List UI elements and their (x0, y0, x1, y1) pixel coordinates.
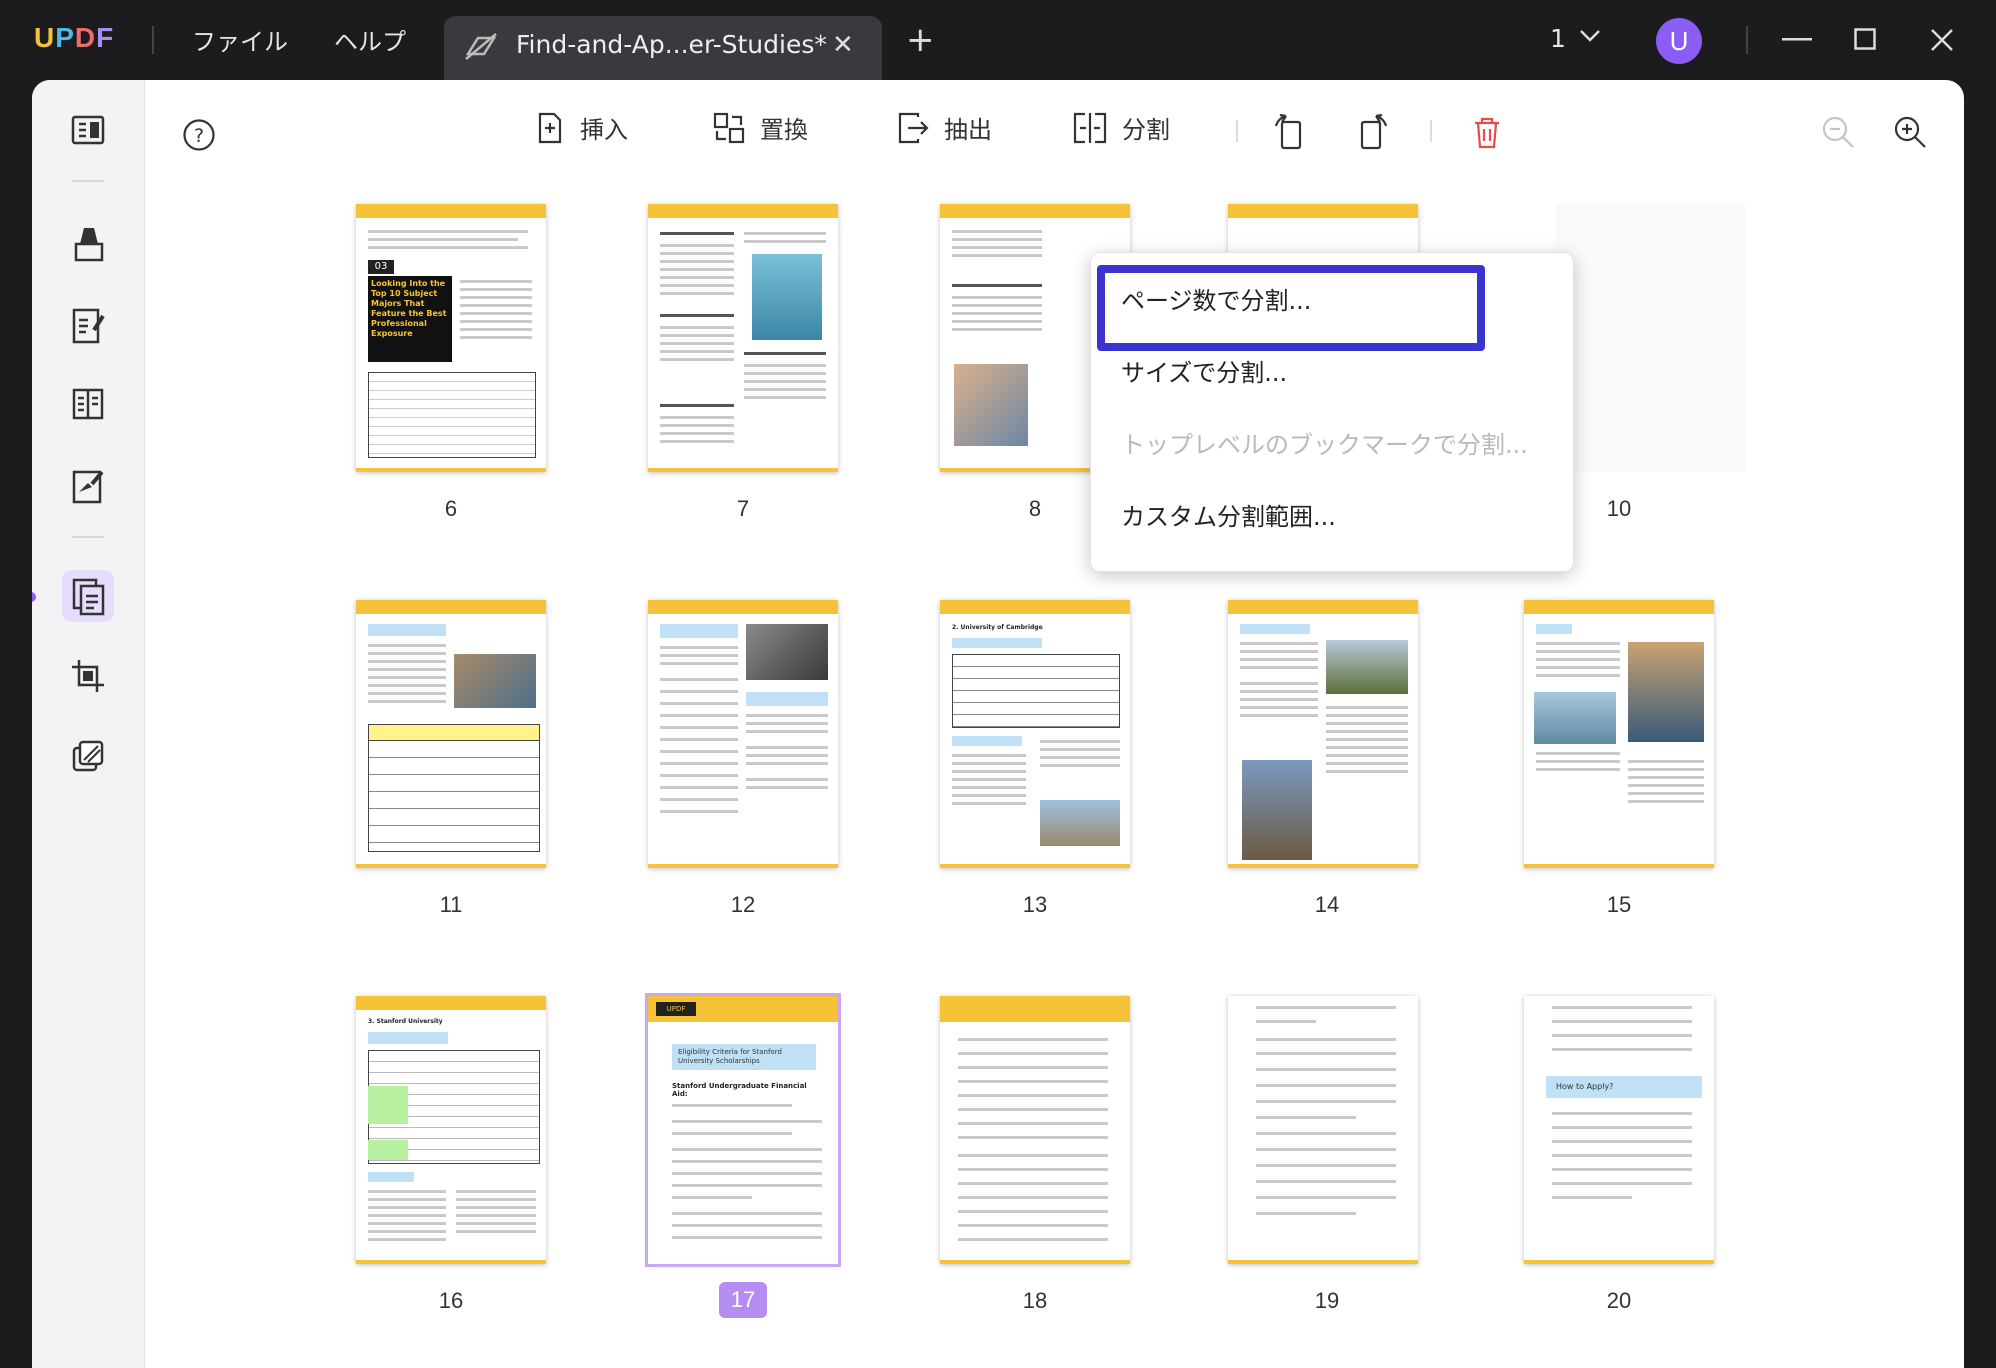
sidebar-edit-button[interactable] (62, 300, 114, 352)
page-thumbnail[interactable] (648, 204, 838, 472)
reader-icon (71, 115, 105, 145)
page-thumbnail[interactable] (356, 600, 546, 868)
left-sidebar (32, 80, 145, 1368)
split-dropdown-menu: ページ数で分割... サイズで分割... トップレベルのブックマークで分割...… (1090, 252, 1574, 572)
sidebar-crop-button[interactable] (62, 650, 114, 702)
page-heading: How to Apply? (1546, 1076, 1702, 1098)
page-number: 19 (1314, 1288, 1340, 1313)
organize-pages-icon (72, 578, 105, 616)
replace-label: 置換 (760, 116, 808, 144)
page-thumbnail[interactable]: 03 Looking Into the Top 10 Subject Major… (356, 204, 546, 472)
maximize-icon[interactable] (1854, 28, 1876, 50)
crop-icon (72, 660, 104, 692)
page-number: 8 (1028, 496, 1042, 521)
page-number-selected: 17 (719, 1282, 767, 1318)
insert-page-icon (538, 112, 562, 143)
page-number: 18 (1022, 1288, 1048, 1313)
split-button[interactable]: 分割 (1072, 110, 1170, 145)
page-thumbnail[interactable]: 3. Stanford University (356, 996, 546, 1264)
split-page-icon (1073, 112, 1107, 143)
insert-button[interactable]: 挿入 (536, 110, 628, 145)
page-heading: Eligibility Criteria for Stanford Univer… (672, 1044, 816, 1070)
sidebar-reader-button[interactable] (62, 104, 114, 156)
app-logo: UPDF (34, 22, 115, 53)
minimize-icon[interactable] (1782, 38, 1812, 42)
divider (72, 180, 104, 182)
delete-icon[interactable] (1472, 116, 1502, 150)
page-thumbnail[interactable]: How to Apply? (1524, 996, 1714, 1264)
extract-button[interactable]: 抽出 (896, 110, 992, 145)
edit-page-icon (72, 308, 105, 344)
page-thumbnail[interactable] (648, 600, 838, 868)
page-logo: UPDF (656, 1002, 696, 1016)
page-number: 7 (736, 496, 750, 521)
document-edit-icon (465, 33, 497, 60)
page-thumbnail[interactable]: 2. University of Cambridge (940, 600, 1130, 868)
app-window: ? 挿入 置換 抽出 分割 03 Looking Into the Top 10… (32, 80, 1964, 1368)
rotate-right-icon[interactable] (1354, 114, 1390, 152)
page-heading: 2. University of Cambridge (952, 624, 1043, 631)
close-window-icon[interactable] (1930, 28, 1954, 52)
new-tab-icon[interactable]: + (906, 20, 935, 60)
page-heading: 3. Stanford University (368, 1018, 443, 1025)
page-number: 6 (444, 496, 458, 521)
extract-page-icon (898, 112, 929, 143)
zoom-in-icon[interactable] (1892, 114, 1928, 150)
page-thumbnail-selected[interactable]: UPDF Eligibility Criteria for Stanford U… (645, 993, 841, 1267)
page-number: 14 (1314, 892, 1340, 917)
sidebar-sign-button[interactable] (62, 460, 114, 512)
page-number: 11 (439, 892, 463, 917)
help-icon[interactable]: ? (182, 118, 216, 152)
split-by-size[interactable]: サイズで分割... (1121, 353, 1287, 388)
form-icon (72, 388, 104, 420)
page-subheading: Stanford Undergraduate Financial Aid: (672, 1082, 807, 1098)
page-number: 13 (1022, 892, 1048, 917)
page-number: 20 (1606, 1288, 1632, 1313)
active-indicator (32, 592, 36, 602)
avatar[interactable]: U (1656, 18, 1702, 64)
divider (1236, 120, 1238, 142)
document-tab[interactable]: Find-and-Ap...er-Studies* ✕ (444, 16, 882, 80)
page-number: 10 (1606, 496, 1632, 521)
page-thumbnail[interactable] (1556, 204, 1746, 472)
svg-text:?: ? (194, 125, 204, 147)
page-number: 12 (730, 892, 756, 917)
split-by-page-count[interactable]: ページ数で分割... (1121, 281, 1311, 316)
replace-page-icon (713, 112, 745, 143)
sidebar-tools-button[interactable] (62, 730, 114, 782)
section-number: 03 (368, 260, 394, 274)
menu-help[interactable]: ヘルプ (334, 22, 406, 57)
replace-button[interactable]: 置換 (712, 110, 808, 145)
split-by-top-level-bookmark: トップレベルのブックマークで分割... (1121, 431, 1528, 459)
sidebar-comment-button[interactable] (62, 218, 114, 270)
page-number: 15 (1606, 892, 1632, 917)
highlighter-icon (74, 228, 104, 262)
split-label: 分割 (1122, 116, 1170, 144)
tab-title: Find-and-Ap...er-Studies* (516, 30, 827, 59)
rotate-left-icon[interactable] (1272, 114, 1308, 152)
custom-split-range[interactable]: カスタム分割範囲... (1121, 497, 1336, 532)
divider (1430, 120, 1432, 142)
zoom-out-icon[interactable] (1820, 114, 1856, 150)
page-number: 16 (438, 1288, 464, 1313)
signature-icon (72, 470, 104, 504)
page-thumbnail[interactable] (1228, 600, 1418, 868)
divider (1746, 26, 1748, 54)
chevron-down-icon[interactable] (1578, 28, 1602, 44)
divider (152, 26, 154, 54)
extract-label: 抽出 (944, 116, 992, 144)
close-tab-icon[interactable]: ✕ (832, 30, 854, 60)
sidebar-form-button[interactable] (62, 378, 114, 430)
layers-icon (72, 740, 104, 772)
page-indicator[interactable]: 1 (1550, 24, 1566, 53)
page-thumbnail[interactable] (1228, 996, 1418, 1264)
page-heading: Looking Into the Top 10 Subject Majors T… (368, 276, 452, 362)
divider (72, 536, 104, 538)
page-thumbnail[interactable] (940, 996, 1130, 1264)
title-bar: UPDF ファイル ヘルプ Find-and-Ap...er-Studies* … (0, 0, 1996, 80)
sidebar-organize-pages-button[interactable] (62, 570, 114, 622)
insert-label: 挿入 (580, 116, 628, 144)
menu-file[interactable]: ファイル (192, 22, 288, 57)
page-thumbnail[interactable] (1524, 600, 1714, 868)
